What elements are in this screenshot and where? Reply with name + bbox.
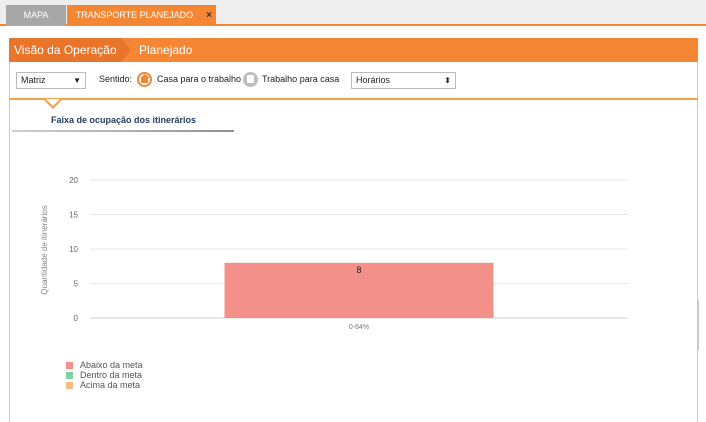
legend-label: Abaixo da meta (80, 360, 143, 370)
legend-swatch (66, 372, 73, 379)
legend-swatch (66, 362, 73, 369)
y-tick-label: 10 (69, 245, 78, 254)
legend-item[interactable]: Acima da meta (66, 380, 143, 390)
y-tick-label: 0 (74, 314, 79, 323)
legend-item[interactable]: Abaixo da meta (66, 360, 143, 370)
legend-item[interactable]: Dentro da meta (66, 370, 143, 380)
bar-data-label: 8 (356, 265, 361, 275)
y-tick-label: 5 (74, 280, 79, 289)
scrollbar[interactable] (698, 300, 706, 350)
legend-label: Dentro da meta (80, 370, 143, 380)
y-tick-label: 20 (69, 176, 78, 185)
chart-legend: Abaixo da meta Dentro da meta Acima da met… (66, 360, 143, 390)
x-tick-label: 0-64% (349, 324, 369, 331)
occupancy-chart: 0 5 10 15 20 Quantidade de itinerários 8 0-64% (40, 176, 628, 331)
y-axis-label: Quantidade de itinerários (40, 205, 49, 294)
legend-label: Acima da meta (80, 380, 141, 390)
legend-swatch (66, 382, 73, 389)
y-tick-label: 15 (69, 211, 78, 220)
